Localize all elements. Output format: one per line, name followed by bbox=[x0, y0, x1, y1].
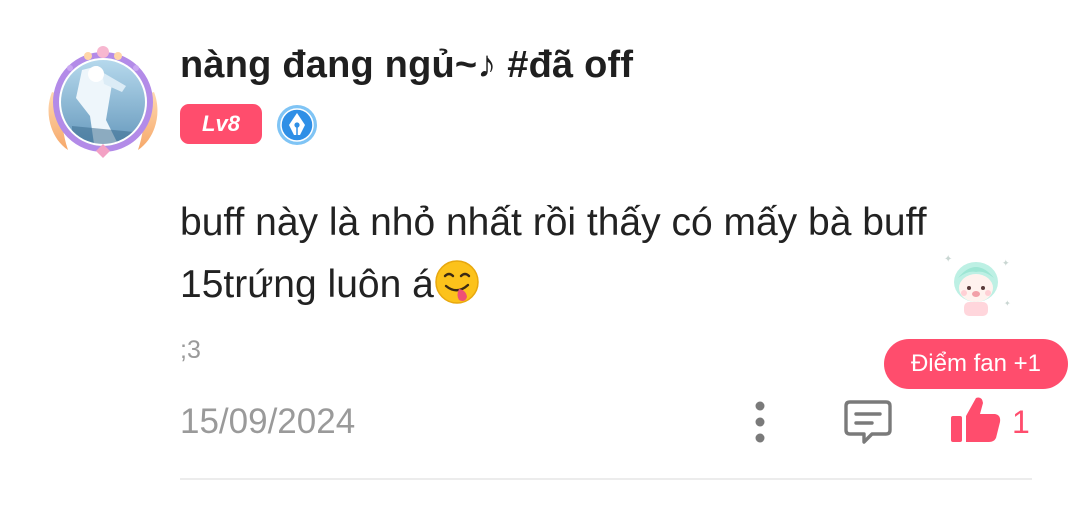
comment-icon[interactable] bbox=[842, 396, 894, 446]
pen-nib-icon bbox=[277, 105, 317, 145]
yum-face-icon bbox=[435, 260, 479, 304]
comment-text-content: buff này là nhỏ nhất rồi thấy có mấy bà … bbox=[180, 201, 927, 306]
thumbs-up-icon[interactable] bbox=[948, 394, 1002, 446]
cute-character-sticker-icon: ✦ ✦ ✦ bbox=[944, 254, 1011, 316]
like-count: 1 bbox=[1012, 404, 1030, 440]
divider bbox=[180, 478, 1032, 480]
svg-text:✦: ✦ bbox=[944, 254, 952, 265]
level-badge: Lv8 bbox=[180, 104, 262, 144]
username[interactable]: nàng đang ngủ~♪ #đã off bbox=[180, 44, 633, 87]
fan-points-badge: Điểm fan +1 bbox=[884, 339, 1068, 389]
avatar[interactable] bbox=[42, 40, 164, 162]
more-vertical-icon[interactable] bbox=[744, 398, 776, 446]
avatar-frame-icon bbox=[48, 46, 158, 158]
comment-subtext: ;3 bbox=[180, 336, 201, 364]
comment-text: buff này là nhỏ nhất rồi thấy có mấy bà … bbox=[180, 192, 1020, 316]
comment-date: 15/09/2024 bbox=[180, 402, 356, 441]
svg-text:✦: ✦ bbox=[1002, 259, 1010, 269]
svg-text:✦: ✦ bbox=[1004, 299, 1011, 308]
